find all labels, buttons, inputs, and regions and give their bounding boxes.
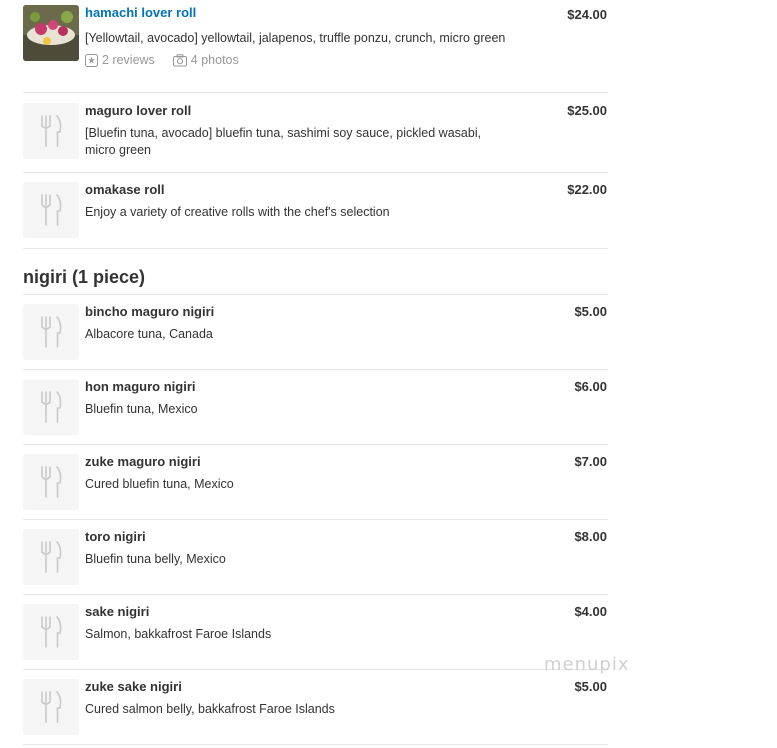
menu-item-placeholder [23,182,79,238]
fork-knife-icon [41,541,62,573]
menu-item-name: omakase roll [85,182,165,197]
fork-knife-icon [41,391,62,423]
menu-item-info: bincho maguro nigiri Albacore tuna, Cana… [85,304,608,369]
menu-item-info: toro nigiri Bluefin tuna belly, Mexico [85,529,608,594]
menu-item-price: $24.00 [567,7,607,22]
sushi-photo-image [23,5,79,61]
menu-item-price: $5.00 [574,304,607,319]
menu-item-name: toro nigiri [85,529,146,544]
menu-item-placeholder [23,454,79,510]
rolls-list: hamachi lover roll [Yellowtail, avocado]… [23,0,608,249]
fork-knife-icon [41,466,62,498]
watermark-text: menupix [544,654,630,675]
menu-item-placeholder [23,304,79,360]
menu-item-photo[interactable] [23,5,79,61]
menu-item-price: $7.00 [574,454,607,469]
menu-item-placeholder [23,679,79,735]
menu-item-description: Cured bluefin tuna, Mexico [85,477,234,491]
fork-knife-icon [41,194,62,226]
menu-item-description: Bluefin tuna belly, Mexico [85,552,226,566]
photos-count-link[interactable]: 4 photos [191,52,239,68]
menu-item-price: $6.00 [574,379,607,394]
menu-item-price: $4.00 [574,604,607,619]
menu-item-name: hon maguro nigiri [85,379,196,394]
menu-item-description: Albacore tuna, Canada [85,327,213,341]
menu-item-info: zuke sake nigiri Cured salmon belly, bak… [85,679,608,744]
menu-item-description: Cured salmon belly, bakkafrost Faroe Isl… [85,702,335,716]
menu-item-description: Bluefin tuna, Mexico [85,402,198,416]
reviews-count-link[interactable]: 2 reviews [102,52,155,68]
menu-item-info: maguro lover roll [Bluefin tuna, avocado… [85,103,608,172]
menu-item-sake-nigiri[interactable]: sake nigiri Salmon, bakkafrost Faroe Isl… [23,595,608,670]
menu-item-price: $22.00 [567,182,607,197]
review-star-icon [85,53,98,67]
menu-item-zuke-sake-nigiri[interactable]: zuke sake nigiri Cured salmon belly, bak… [23,670,608,745]
menu-item-name-link[interactable]: hamachi lover roll [85,5,508,21]
menu-page: hamachi lover roll [Yellowtail, avocado]… [0,0,777,748]
fork-knife-icon [41,316,62,348]
menu-item-name: zuke maguro nigiri [85,454,201,469]
menu-item-placeholder [23,604,79,660]
menu-item-info: zuke maguro nigiri Cured bluefin tuna, M… [85,454,608,519]
menu-item-zuke-maguro-nigiri[interactable]: zuke maguro nigiri Cured bluefin tuna, M… [23,445,608,520]
menu-item-info: hamachi lover roll [Yellowtail, avocado]… [85,5,608,92]
menu-item-description: Salmon, bakkafrost Faroe Islands [85,627,272,641]
section-title-nigiri: nigiri (1 piece) [23,267,146,287]
menu-item-price: $5.00 [574,679,607,694]
menu-item-price: $8.00 [574,529,607,544]
menu-item-placeholder [23,529,79,585]
menu-item-info: hon maguro nigiri Bluefin tuna, Mexico [85,379,608,444]
nigiri-list: bincho maguro nigiri Albacore tuna, Cana… [23,295,608,745]
menu-item-name: maguro lover roll [85,103,192,118]
menu-item-description: [Yellowtail, avocado] yellowtail, jalape… [85,31,506,45]
menu-item-name: zuke sake nigiri [85,679,182,694]
camera-icon [172,53,187,67]
menu-item-name: sake nigiri [85,604,150,619]
menu-item-placeholder [23,379,79,435]
menu-item-bincho-maguro-nigiri[interactable]: bincho maguro nigiri Albacore tuna, Cana… [23,295,608,370]
menu-item-description: [Bluefin tuna, avocado] bluefin tuna, sa… [85,126,482,157]
menu-item-info: sake nigiri Salmon, bakkafrost Faroe Isl… [85,604,608,669]
fork-knife-icon [41,115,62,147]
fork-knife-icon [41,616,62,648]
menu-item-hamachi-lover-roll[interactable]: hamachi lover roll [Yellowtail, avocado]… [23,0,608,93]
fork-knife-icon [41,691,62,723]
menu-item-maguro-lover-roll[interactable]: maguro lover roll [Bluefin tuna, avocado… [23,93,608,173]
menu-item-price: $25.00 [567,103,607,118]
menu-item-description: Enjoy a variety of creative rolls with t… [85,205,390,219]
menu-item-info: omakase roll Enjoy a variety of creative… [85,182,608,248]
menu-item-omakase-roll[interactable]: omakase roll Enjoy a variety of creative… [23,173,608,249]
menu-item-hon-maguro-nigiri[interactable]: hon maguro nigiri Bluefin tuna, Mexico $… [23,370,608,445]
menu-item-meta: 2 reviews 4 photos [85,52,508,68]
menu-item-placeholder [23,103,79,159]
menu-item-name: bincho maguro nigiri [85,304,215,319]
menu-item-toro-nigiri[interactable]: toro nigiri Bluefin tuna belly, Mexico $… [23,520,608,595]
